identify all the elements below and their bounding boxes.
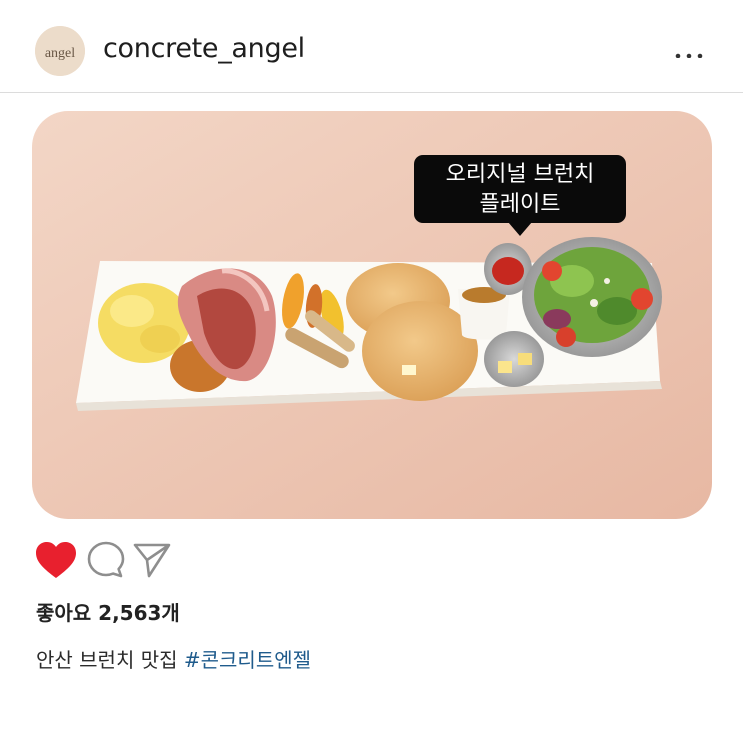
bubble-tail xyxy=(508,222,532,236)
like-button[interactable] xyxy=(34,540,78,580)
more-options-button[interactable] xyxy=(672,38,708,58)
product-label-line1: 오리지널 브런치 xyxy=(445,162,595,187)
more-dots-icon xyxy=(675,53,703,58)
product-label-bubble: 오리지널 브런치 플레이트 xyxy=(414,155,626,223)
likes-count[interactable]: 좋아요 2,563개 xyxy=(36,597,180,626)
action-bar xyxy=(0,534,743,582)
comment-button[interactable] xyxy=(86,540,126,580)
heart-filled-icon xyxy=(36,542,76,578)
username[interactable]: concrete_angel xyxy=(103,33,305,64)
comment-icon xyxy=(87,541,125,578)
post-header: angel concrete_angel xyxy=(0,0,743,93)
send-icon xyxy=(133,543,171,578)
post-caption: 안산 브런치 맛집 #콘크리트엔젤 xyxy=(36,644,311,673)
share-button[interactable] xyxy=(132,540,172,580)
product-label-line2: 플레이트 xyxy=(479,192,561,217)
avatar-logo-text: angel xyxy=(45,46,75,61)
hashtag-link[interactable]: #콘크리트엔젤 xyxy=(184,648,311,672)
brand-logo: angel xyxy=(35,26,85,76)
caption-text: 안산 브런치 맛집 xyxy=(36,648,184,672)
avatar[interactable]: angel xyxy=(35,26,85,76)
